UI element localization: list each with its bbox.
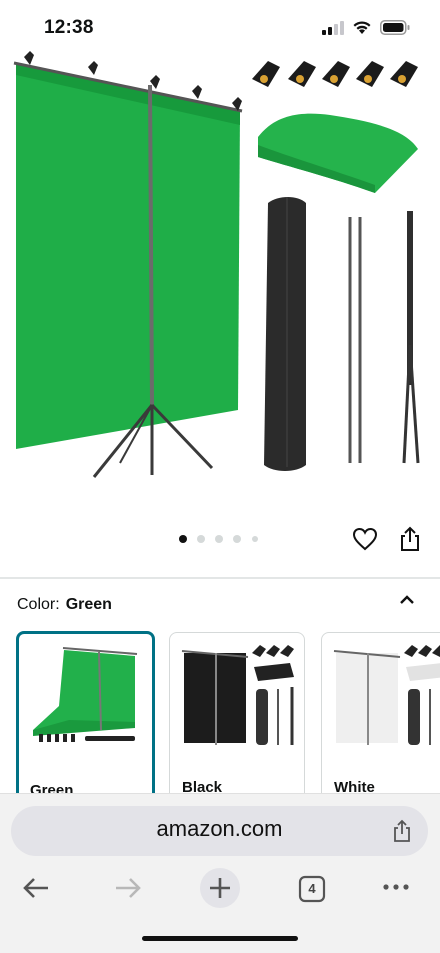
color-swatch-black[interactable]: Black [169, 632, 305, 804]
new-tab-button[interactable] [200, 868, 240, 908]
swatch-image [33, 647, 138, 742]
back-arrow-icon[interactable] [22, 875, 50, 901]
carousel-dot [252, 536, 258, 542]
carousel-dot [197, 535, 205, 543]
chevron-up-icon[interactable] [398, 593, 416, 607]
wifi-icon [353, 21, 371, 34]
section-divider [0, 577, 440, 579]
carousel-dot [215, 535, 223, 543]
carousel-dot [233, 535, 241, 543]
plus-icon [210, 878, 230, 898]
status-time: 12:38 [44, 17, 94, 38]
swatch-image [333, 645, 440, 745]
more-options-icon[interactable] [382, 882, 410, 892]
heart-icon[interactable] [352, 527, 378, 551]
share-icon[interactable] [398, 526, 422, 552]
color-swatch-green[interactable]: Green [16, 631, 155, 809]
color-label: Color: [17, 596, 60, 613]
address-bar-url[interactable]: amazon.com [11, 816, 428, 842]
swatch-image [181, 645, 294, 745]
carousel-dot [179, 535, 187, 543]
tab-count: 4 [308, 881, 316, 896]
home-indicator[interactable] [142, 936, 298, 941]
product-image[interactable] [0, 45, 440, 525]
carousel-dots[interactable] [175, 533, 265, 545]
battery-icon [380, 20, 410, 35]
share-icon[interactable] [392, 819, 412, 843]
color-selector-header: Color: Green [17, 596, 112, 614]
forward-arrow-icon[interactable] [114, 875, 142, 901]
selected-color-value: Green [65, 596, 112, 613]
cellular-signal-icon [322, 21, 344, 35]
color-swatch-white[interactable]: White [321, 632, 440, 804]
